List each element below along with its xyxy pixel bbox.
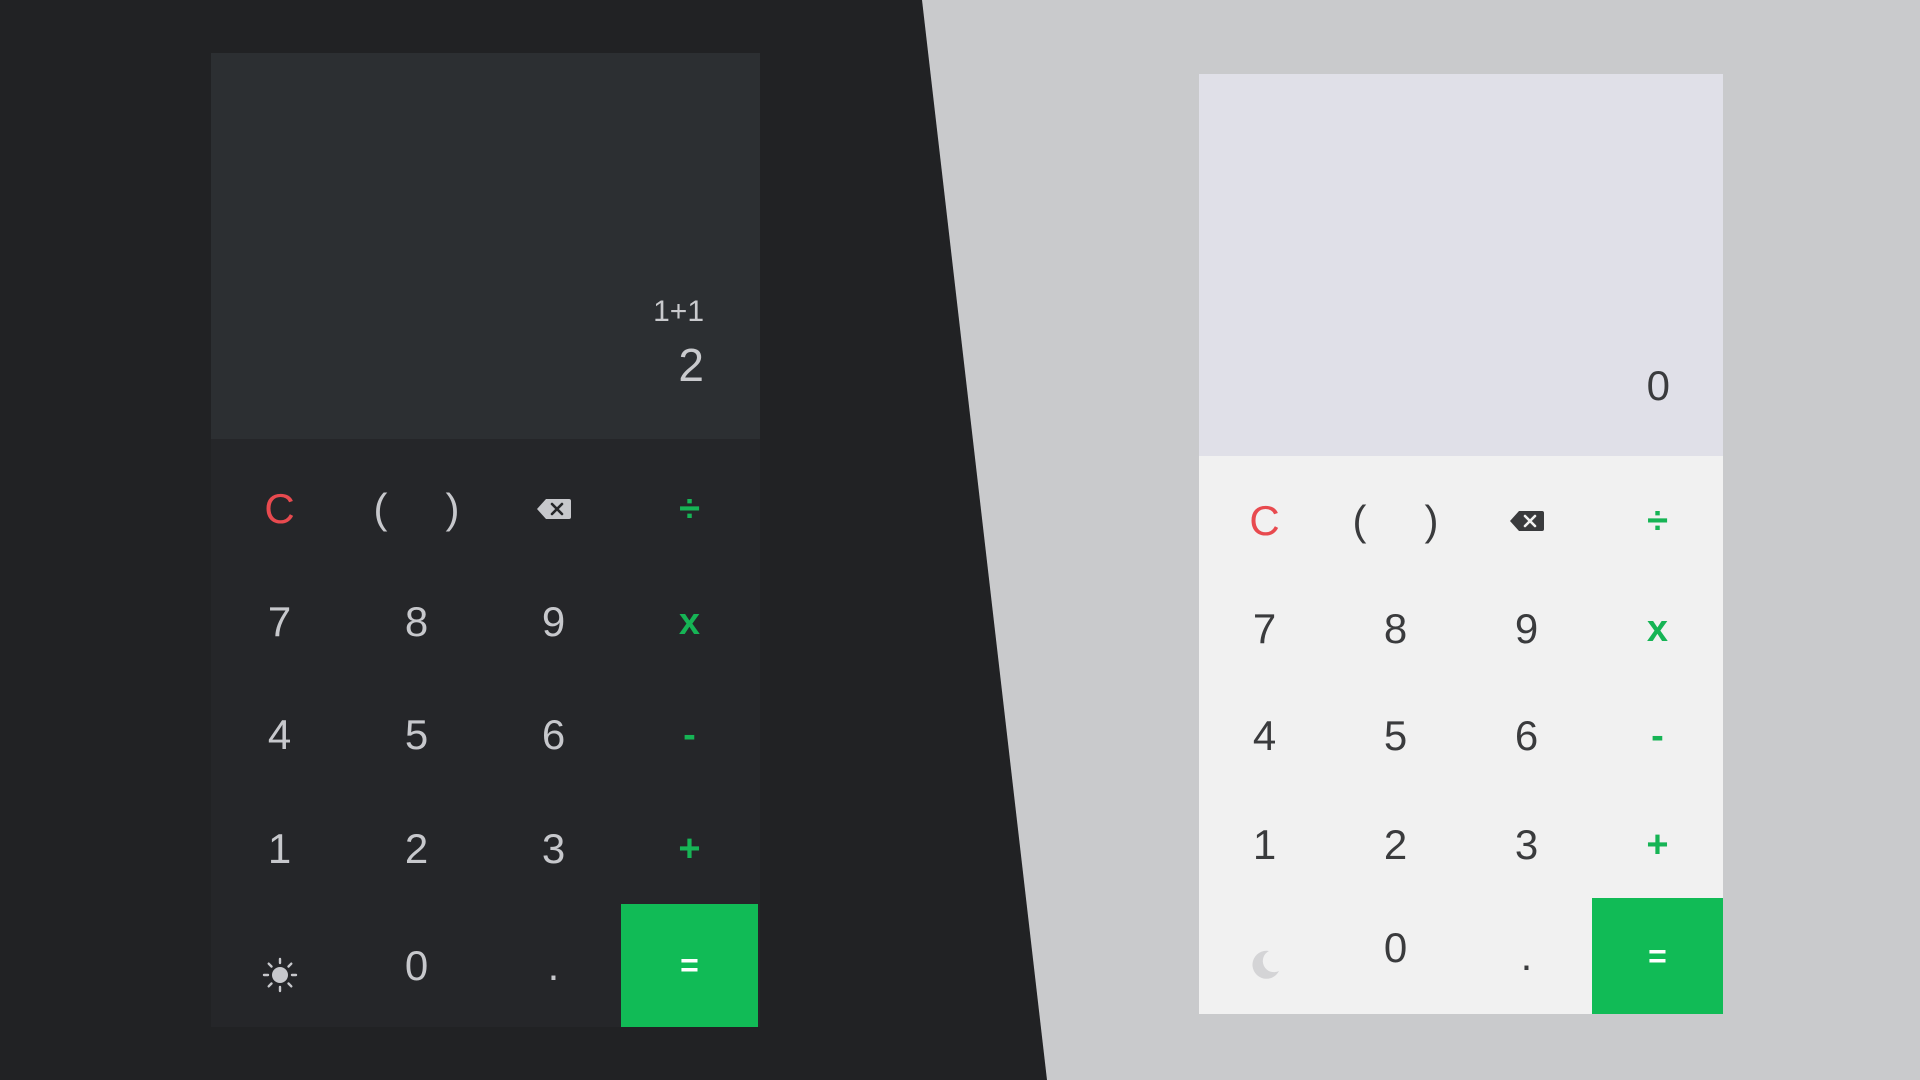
backspace-icon <box>536 499 571 519</box>
digit-8-button[interactable]: 8 <box>348 572 485 672</box>
divide-button[interactable]: ÷ <box>621 459 758 559</box>
digit-8-button[interactable]: 8 <box>1330 579 1461 679</box>
expression-text: 1+1 <box>653 295 704 328</box>
theme-toggle-button[interactable] <box>211 904 348 1027</box>
theme-toggle-button[interactable] <box>1199 898 1330 1014</box>
digit-9-button[interactable]: 9 <box>1461 579 1592 679</box>
parentheses-button[interactable]: () <box>1330 471 1461 571</box>
minus-button[interactable]: - <box>621 685 758 785</box>
minus-button[interactable]: - <box>1592 686 1723 786</box>
digit-7-button[interactable]: 7 <box>211 572 348 672</box>
paren-open-label: ( <box>1352 497 1367 544</box>
plus-button[interactable]: + <box>621 799 758 899</box>
digit-2-button[interactable]: 2 <box>348 799 485 899</box>
digit-4-button[interactable]: 4 <box>211 685 348 785</box>
digit-0-button[interactable]: 0 <box>1330 890 1461 1006</box>
paren-open-label: ( <box>373 485 388 532</box>
moon-icon <box>1251 950 1279 979</box>
multiply-button[interactable]: x <box>1592 579 1723 679</box>
dark-calculator: 1+1 2 C () ÷ 7 8 9 x 4 5 6 - 1 2 3 + 0 . <box>211 53 760 1027</box>
calculator-display: 1+1 2 <box>211 53 760 439</box>
decimal-button[interactable]: . <box>485 904 622 1027</box>
digit-9-button[interactable]: 9 <box>485 572 622 672</box>
digit-2-button[interactable]: 2 <box>1330 795 1461 895</box>
equals-button[interactable]: = <box>1592 898 1723 1014</box>
backspace-button[interactable] <box>485 459 622 559</box>
digit-1-button[interactable]: 1 <box>211 799 348 899</box>
paren-close-label: ) <box>1424 497 1439 544</box>
result-text: 2 <box>678 339 704 391</box>
digit-0-button[interactable]: 0 <box>348 904 485 1027</box>
decimal-button[interactable]: . <box>1461 898 1592 1014</box>
digit-1-button[interactable]: 1 <box>1199 795 1330 895</box>
parentheses-button[interactable]: () <box>348 459 485 559</box>
sun-icon <box>262 957 297 992</box>
multiply-button[interactable]: x <box>621 572 758 672</box>
equals-button[interactable]: = <box>621 904 758 1027</box>
digit-6-button[interactable]: 6 <box>1461 686 1592 786</box>
calculator-display: 0 <box>1199 74 1723 456</box>
clear-button[interactable]: C <box>1199 471 1330 571</box>
plus-button[interactable]: + <box>1592 795 1723 895</box>
divide-button[interactable]: ÷ <box>1592 471 1723 571</box>
light-calculator: 0 C () ÷ 7 8 9 x 4 5 6 - 1 2 3 + 0 . = <box>1199 74 1723 1014</box>
result-text: 0 <box>1646 362 1670 409</box>
digit-4-button[interactable]: 4 <box>1199 686 1330 786</box>
clear-button[interactable]: C <box>211 459 348 559</box>
digit-3-button[interactable]: 3 <box>1461 795 1592 895</box>
digit-5-button[interactable]: 5 <box>348 685 485 785</box>
digit-6-button[interactable]: 6 <box>485 685 622 785</box>
paren-close-label: ) <box>445 485 460 532</box>
backspace-icon <box>1509 511 1544 531</box>
digit-5-button[interactable]: 5 <box>1330 686 1461 786</box>
digit-7-button[interactable]: 7 <box>1199 579 1330 679</box>
digit-3-button[interactable]: 3 <box>485 799 622 899</box>
backspace-button[interactable] <box>1461 471 1592 571</box>
